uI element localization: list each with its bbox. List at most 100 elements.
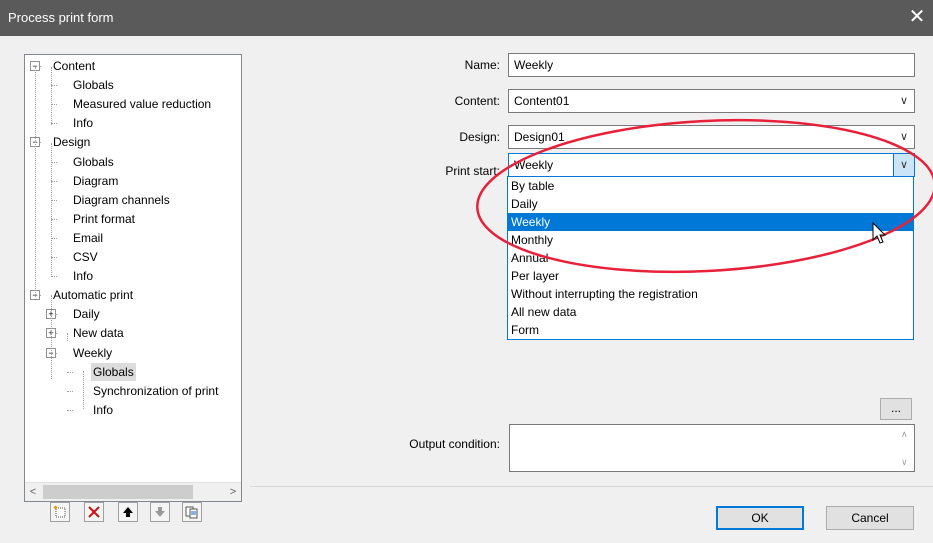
design-select[interactable]: Design01 ∨: [508, 125, 915, 149]
tree-item-label: New data: [73, 326, 124, 341]
separator-line: [250, 486, 933, 487]
tree-item-label: Globals: [73, 154, 114, 169]
browse-button[interactable]: ...: [880, 398, 912, 420]
delete-button[interactable]: [84, 502, 104, 522]
tree-item[interactable]: Measured value reduction: [25, 95, 241, 113]
tree-item[interactable]: − Content: [25, 57, 241, 75]
close-icon: ✕: [908, 6, 926, 28]
content-label: Content:: [454, 94, 500, 108]
chevron-down-icon: ∨: [899, 95, 909, 107]
tree-guide-line: [51, 143, 52, 277]
tree-item-label: Diagram channels: [73, 192, 170, 207]
ok-button[interactable]: OK: [716, 506, 804, 530]
tree-item[interactable]: Info: [25, 401, 241, 419]
dropdown-option[interactable]: Per layer: [508, 267, 913, 285]
output-condition-label: Output condition:: [409, 437, 500, 451]
tree-item[interactable]: Diagram: [25, 172, 241, 190]
tree-item[interactable]: − Design: [25, 133, 241, 151]
move-up-icon: [123, 507, 133, 517]
design-label: Design:: [459, 130, 500, 144]
tree-item-label: Automatic print: [53, 288, 134, 303]
delete-icon: [88, 506, 100, 518]
dropdown-option[interactable]: By table: [508, 177, 913, 195]
design-value: Design01: [514, 130, 565, 144]
scrollbar-thumb[interactable]: [43, 485, 193, 499]
print-start-value: Weekly: [514, 158, 554, 172]
tree-connector: [67, 409, 73, 411]
tree-item-label: CSV: [73, 250, 98, 264]
tree-item[interactable]: − Weekly: [25, 344, 241, 362]
tree-item-label: Info: [93, 402, 114, 417]
navigation-tree[interactable]: − Content Globals Measured value reduction I…: [24, 54, 242, 502]
tree-item[interactable]: Info: [25, 267, 241, 285]
close-button[interactable]: ✕: [905, 5, 929, 29]
tree-item[interactable]: Email: [25, 229, 241, 247]
output-condition-field[interactable]: ∧ ∨: [509, 424, 915, 472]
tree-item[interactable]: Print format: [25, 210, 241, 228]
tree-item[interactable]: Synchronization of print: [25, 382, 241, 400]
name-label: Name:: [464, 58, 500, 72]
new-item-icon: [53, 505, 66, 518]
tree-item[interactable]: − Automatic print: [25, 286, 241, 304]
tree-item[interactable]: + New data: [25, 324, 241, 342]
tree-guide-line: [67, 333, 68, 341]
dropdown-option[interactable]: Without interrupting the registration: [508, 285, 913, 303]
tree-item[interactable]: Globals: [25, 153, 241, 171]
chevron-down-icon[interactable]: ∨: [893, 154, 914, 176]
move-down-icon: [155, 507, 165, 517]
tree-guide-line: [51, 295, 52, 379]
scroll-down-icon[interactable]: ∨: [901, 457, 908, 468]
tree-item-label: Print format: [73, 211, 136, 226]
scroll-left-icon[interactable]: <: [25, 483, 41, 501]
tree-item-label: Content: [53, 59, 96, 73]
tree-item-label: Synchronization of print: [93, 383, 219, 398]
window-title: Process print form: [8, 10, 114, 25]
cancel-button[interactable]: Cancel: [826, 506, 914, 530]
horizontal-scrollbar[interactable]: < >: [25, 482, 241, 501]
tree-item[interactable]: Info: [25, 114, 241, 132]
tree-item-label: Design: [53, 135, 91, 150]
tree-item-label: Info: [73, 269, 94, 284]
print-start-select[interactable]: Weekly ∨: [508, 153, 915, 177]
move-up-button[interactable]: [118, 502, 138, 522]
tree-guide-line: [83, 371, 84, 409]
scroll-up-icon[interactable]: ∧: [901, 429, 908, 440]
copy-icon: [185, 506, 198, 519]
tree-item-label: Weekly: [73, 345, 113, 360]
name-field[interactable]: Weekly: [508, 53, 915, 77]
print-start-label: Print start:: [445, 164, 500, 178]
tree-item[interactable]: CSV: [25, 248, 241, 266]
tree-connector: [67, 390, 73, 392]
dropdown-option[interactable]: Annual: [508, 249, 913, 267]
new-item-button[interactable]: [50, 502, 70, 522]
chevron-down-icon: ∨: [899, 131, 909, 143]
tree-item-label: Diagram: [73, 173, 119, 188]
copy-button[interactable]: [182, 502, 202, 522]
dropdown-option[interactable]: Daily: [508, 195, 913, 213]
tree-item-label: Measured value reduction: [73, 97, 212, 112]
dropdown-option[interactable]: All new data: [508, 303, 913, 321]
dropdown-option[interactable]: Form: [508, 321, 913, 339]
tree-item-label: Email: [73, 230, 104, 245]
title-bar: Process print form ✕: [0, 0, 933, 36]
mouse-cursor-icon: [872, 222, 887, 244]
tree-item-label: Globals: [91, 362, 136, 381]
tree-item-label: Daily: [73, 307, 100, 322]
content-select[interactable]: Content01 ∨: [508, 89, 915, 113]
tree-item[interactable]: Globals: [25, 76, 241, 94]
scroll-right-icon[interactable]: >: [225, 483, 241, 501]
vertical-scrollbar[interactable]: ∧ ∨: [897, 425, 914, 471]
print-start-dropdown[interactable]: By table Daily Weekly Monthly Annual Per laye…: [507, 176, 914, 340]
tree-connector: [67, 371, 73, 373]
tree-guide-line: [51, 67, 52, 125]
tree-item-label: Info: [73, 116, 94, 131]
tree-item[interactable]: + Daily: [25, 305, 241, 323]
move-down-button[interactable]: [150, 502, 170, 522]
dropdown-option[interactable]: Monthly: [508, 231, 913, 249]
tree-item-label: Globals: [73, 78, 114, 93]
content-value: Content01: [514, 94, 570, 108]
tree-guide-line: [35, 67, 36, 297]
tree-item[interactable]: Diagram channels: [25, 191, 241, 209]
tree-item[interactable]: Globals: [25, 362, 241, 381]
dropdown-option[interactable]: Weekly: [508, 213, 913, 231]
